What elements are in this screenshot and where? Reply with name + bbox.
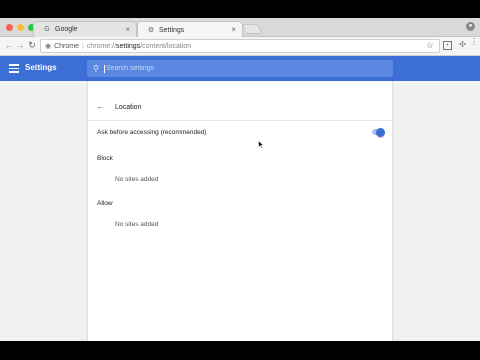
divider — [88, 120, 392, 121]
settings-title: Settings — [25, 63, 57, 72]
url-host: settings — [116, 42, 141, 50]
allow-empty-text: No sites added — [115, 221, 159, 228]
new-tab-button[interactable] — [242, 24, 262, 34]
reload-icon[interactable]: ↻ — [27, 40, 37, 51]
window-controls — [6, 24, 35, 31]
bookmark-star-icon[interactable]: ☆ — [426, 40, 434, 51]
tab-google[interactable]: G Google × — [33, 21, 137, 37]
search-input[interactable] — [105, 65, 356, 72]
extension-icon[interactable]: ▪ — [443, 41, 452, 50]
back-icon[interactable]: ← — [4, 40, 14, 50]
url-scheme: chrome:// — [86, 42, 117, 50]
browser-toolbar: ← → ↻ ◉ Chrome | chrome:// settings /con… — [0, 37, 480, 56]
omnibox-separator: | — [82, 42, 84, 50]
extension-puzzle-icon[interactable]: ✣ — [459, 40, 466, 49]
tab-close-icon[interactable]: × — [231, 25, 236, 34]
tab-label: Settings — [159, 26, 185, 34]
letterbox-bar — [0, 341, 480, 360]
tab-label: Google — [55, 26, 78, 33]
hamburger-menu-icon[interactable] — [9, 64, 19, 73]
close-window-button[interactable] — [6, 24, 13, 31]
minimize-window-button[interactable] — [17, 24, 24, 31]
allow-heading: Allow — [97, 200, 113, 207]
text-caret — [103, 64, 105, 73]
gear-icon: ⚙ — [147, 27, 155, 34]
chrome-menu-icon[interactable]: ⋮ — [470, 38, 478, 46]
google-favicon-icon: G — [44, 26, 50, 33]
settings-content: ← Location Ask before accessing (recomme… — [0, 81, 480, 341]
screen-frame: G Google × ⚙ Settings × ● ← → ↻ ◉ Chrome… — [0, 0, 480, 360]
browser-window: G Google × ⚙ Settings × ● ← → ↻ ◉ Chrome… — [0, 18, 480, 341]
tab-close-icon[interactable]: × — [125, 25, 130, 34]
tab-strip: G Google × ⚙ Settings × ● — [0, 18, 480, 38]
ask-before-accessing-label: Ask before accessing (recommended) — [97, 129, 207, 136]
mouse-cursor-icon — [258, 140, 264, 149]
tab-settings[interactable]: ⚙ Settings × — [137, 21, 243, 38]
back-arrow-icon[interactable]: ← — [96, 101, 105, 111]
block-empty-text: No sites added — [115, 176, 159, 183]
search-box[interactable]: ⚲ — [87, 60, 393, 77]
block-heading: Block — [97, 155, 113, 162]
forward-icon[interactable]: → — [15, 40, 25, 50]
search-icon: ⚲ — [93, 64, 99, 73]
chrome-site-icon: ◉ — [45, 43, 52, 50]
address-bar[interactable]: ◉ Chrome | chrome:// settings /content/l… — [40, 39, 440, 53]
page-title: Location — [115, 104, 142, 111]
url-path: /content/location — [140, 42, 192, 50]
toggle-knob — [376, 127, 385, 137]
settings-header: Settings ⚲ — [0, 56, 480, 81]
site-label: Chrome — [54, 42, 80, 50]
location-settings-card: ← Location Ask before accessing (recomme… — [87, 81, 393, 341]
profile-avatar-icon[interactable]: ● — [466, 22, 475, 31]
ask-before-accessing-toggle[interactable] — [372, 127, 385, 137]
